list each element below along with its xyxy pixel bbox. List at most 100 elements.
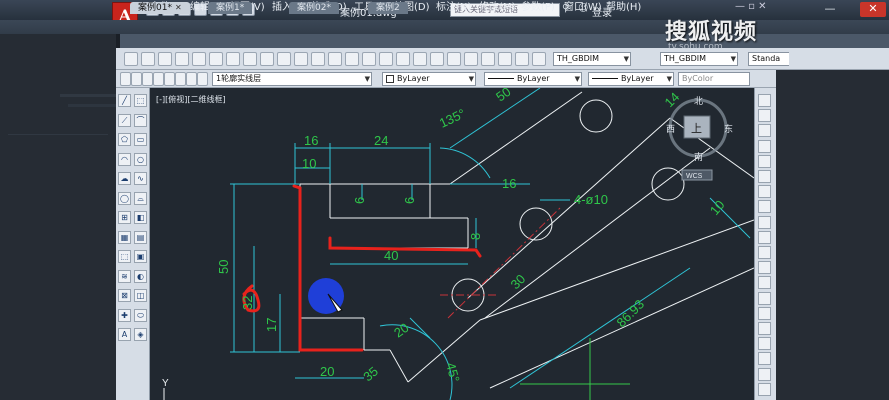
draw-tool-7-icon[interactable]: ○ bbox=[134, 152, 147, 166]
menu-item-9[interactable]: 参数(P) bbox=[521, 1, 555, 14]
zoom-window-icon[interactable] bbox=[379, 52, 393, 66]
layer-color-icon[interactable] bbox=[175, 72, 186, 86]
draw-tool-13-icon[interactable]: ◧ bbox=[134, 211, 147, 224]
modify-tool-14-icon[interactable] bbox=[758, 306, 771, 320]
modify-tool-7-icon[interactable] bbox=[758, 200, 771, 214]
tool-palettes-icon[interactable] bbox=[447, 52, 461, 66]
modify-tool-15-icon[interactable] bbox=[758, 322, 771, 335]
new-icon[interactable] bbox=[124, 52, 138, 66]
zoom-realtime-icon[interactable] bbox=[362, 52, 376, 66]
paste-icon[interactable] bbox=[260, 52, 274, 66]
modify-tool-8-icon[interactable] bbox=[758, 215, 771, 229]
markup-icon[interactable] bbox=[481, 52, 495, 66]
draw-tool-8-icon[interactable]: ☁ bbox=[118, 172, 131, 185]
modify-tool-12-icon[interactable] bbox=[758, 276, 771, 290]
layer-previous-icon[interactable] bbox=[197, 72, 208, 86]
modify-tool-19-icon[interactable] bbox=[758, 382, 771, 396]
modify-tool-18-icon[interactable] bbox=[758, 367, 771, 381]
print-icon[interactable] bbox=[175, 52, 189, 66]
modify-tool-16-icon[interactable] bbox=[758, 337, 771, 351]
modify-tool-1-icon[interactable] bbox=[758, 109, 771, 123]
textstyle-dropdown[interactable]: Standa bbox=[748, 52, 789, 66]
make-current-icon[interactable] bbox=[186, 72, 197, 86]
menu-item-7[interactable]: 标注(N) bbox=[436, 1, 471, 14]
modify-tool-4-icon[interactable] bbox=[758, 154, 771, 168]
modify-tool-17-icon[interactable] bbox=[758, 352, 771, 366]
modify-tool-13-icon[interactable] bbox=[758, 291, 771, 305]
tab-close-icon[interactable]: ✕ bbox=[175, 3, 182, 12]
viewcube-south[interactable]: 南 bbox=[694, 151, 703, 162]
modify-tool-11-icon[interactable] bbox=[758, 261, 771, 275]
modify-tool-3-icon[interactable] bbox=[758, 139, 771, 153]
viewcube-north[interactable]: 北 bbox=[694, 96, 703, 106]
modify-tool-2-icon[interactable] bbox=[758, 124, 771, 138]
draw-tool-1-icon[interactable]: ⬚ bbox=[134, 94, 147, 107]
draw-tool-17-icon[interactable]: ▣ bbox=[134, 250, 147, 263]
redo-icon[interactable] bbox=[328, 52, 342, 66]
viewcube-wcs[interactable]: WCS bbox=[686, 173, 703, 180]
lineweight-dropdown[interactable]: ByLayer ▼ bbox=[588, 72, 674, 86]
draw-tool-11-icon[interactable]: ⌓ bbox=[134, 191, 147, 205]
close-icon[interactable]: ✕ bbox=[860, 2, 886, 17]
text-style-icon[interactable] bbox=[515, 52, 529, 66]
layer-state-icon[interactable] bbox=[131, 72, 142, 86]
viewcube[interactable]: 北 西 上 东 南 WCS bbox=[666, 96, 733, 181]
zoom-previous-icon[interactable] bbox=[396, 52, 410, 66]
viewcube-west[interactable]: 西 bbox=[666, 124, 675, 134]
viewcube-east[interactable]: 东 bbox=[724, 123, 733, 134]
draw-tool-10-icon[interactable]: ◯ bbox=[118, 191, 131, 205]
block-editor-icon[interactable] bbox=[294, 52, 308, 66]
draw-tool-23-icon[interactable]: ⬭ bbox=[134, 308, 147, 322]
draw-tool-5-icon[interactable]: ▭ bbox=[134, 133, 147, 146]
doc-tab-3[interactable]: 案例2 bbox=[368, 2, 408, 14]
undo-icon[interactable] bbox=[311, 52, 325, 66]
viewcube-top[interactable]: 上 bbox=[691, 122, 702, 135]
dim-style-icon-icon[interactable] bbox=[532, 52, 546, 66]
draw-tool-25-icon[interactable]: ◈ bbox=[134, 328, 147, 341]
pan-icon[interactable] bbox=[345, 52, 359, 66]
modify-tool-5-icon[interactable] bbox=[758, 170, 771, 183]
menu-item-8[interactable]: 修改(M) bbox=[479, 1, 515, 14]
calculator-icon[interactable] bbox=[498, 52, 512, 66]
draw-tool-16-icon[interactable]: ⬚ bbox=[118, 250, 131, 263]
menu-item-10[interactable]: 窗口(W) bbox=[564, 1, 602, 14]
properties-icon[interactable] bbox=[413, 52, 427, 66]
dimstyle-dropdown-2[interactable]: TH_GBDIM ▼ bbox=[660, 52, 738, 66]
open-icon[interactable] bbox=[141, 52, 155, 66]
modify-tool-10-icon[interactable] bbox=[758, 246, 771, 259]
draw-tool-6-icon[interactable]: ◠ bbox=[118, 152, 131, 166]
doc-tab-2[interactable]: 案例02* bbox=[289, 2, 339, 14]
doc-tab-1[interactable]: 案例1* bbox=[208, 2, 253, 14]
draw-tool-4-icon[interactable]: ⬠ bbox=[118, 133, 131, 146]
sheet-set-icon[interactable] bbox=[464, 52, 478, 66]
layer-on-icon[interactable] bbox=[142, 72, 153, 86]
color-dropdown[interactable]: ByLayer ▼ bbox=[382, 72, 476, 86]
menu-window-controls[interactable]: — ▫ ✕ bbox=[735, 1, 767, 12]
layer-properties-icon[interactable] bbox=[120, 72, 131, 86]
draw-tool-3-icon[interactable]: ⌒ bbox=[134, 113, 147, 127]
draw-tool-19-icon[interactable]: ◐ bbox=[134, 269, 147, 283]
draw-tool-9-icon[interactable]: ∿ bbox=[134, 172, 147, 185]
draw-tool-14-icon[interactable]: ▦ bbox=[118, 230, 131, 244]
draw-tool-2-icon[interactable]: ⟋ bbox=[118, 113, 131, 127]
save-icon[interactable] bbox=[158, 52, 172, 66]
modify-tool-0-icon[interactable] bbox=[758, 94, 771, 107]
preview-icon[interactable] bbox=[192, 52, 206, 66]
draw-tool-0-icon[interactable]: ╱ bbox=[118, 94, 131, 107]
match-properties-icon[interactable] bbox=[277, 52, 291, 66]
modify-tool-6-icon[interactable] bbox=[758, 185, 771, 199]
draw-tool-24-icon[interactable]: A bbox=[118, 328, 131, 341]
layer-lock-icon[interactable] bbox=[164, 72, 175, 86]
copy-icon[interactable] bbox=[243, 52, 257, 66]
draw-tool-15-icon[interactable]: ▤ bbox=[134, 230, 147, 244]
modify-tool-9-icon[interactable] bbox=[758, 230, 771, 244]
draw-tool-12-icon[interactable]: ⊞ bbox=[118, 211, 131, 224]
plotstyle-dropdown[interactable]: ByColor bbox=[678, 72, 750, 86]
viewport-controls-label[interactable]: [-][俯视][二维线框] bbox=[156, 94, 226, 105]
draw-tool-18-icon[interactable]: ≋ bbox=[118, 269, 131, 283]
design-center-icon[interactable] bbox=[430, 52, 444, 66]
linetype-dropdown[interactable]: ByLayer ▼ bbox=[484, 72, 582, 86]
menu-item-11[interactable]: 帮助(H) bbox=[606, 1, 641, 14]
cut-icon[interactable] bbox=[226, 52, 240, 66]
layer-freeze-icon[interactable] bbox=[153, 72, 164, 86]
